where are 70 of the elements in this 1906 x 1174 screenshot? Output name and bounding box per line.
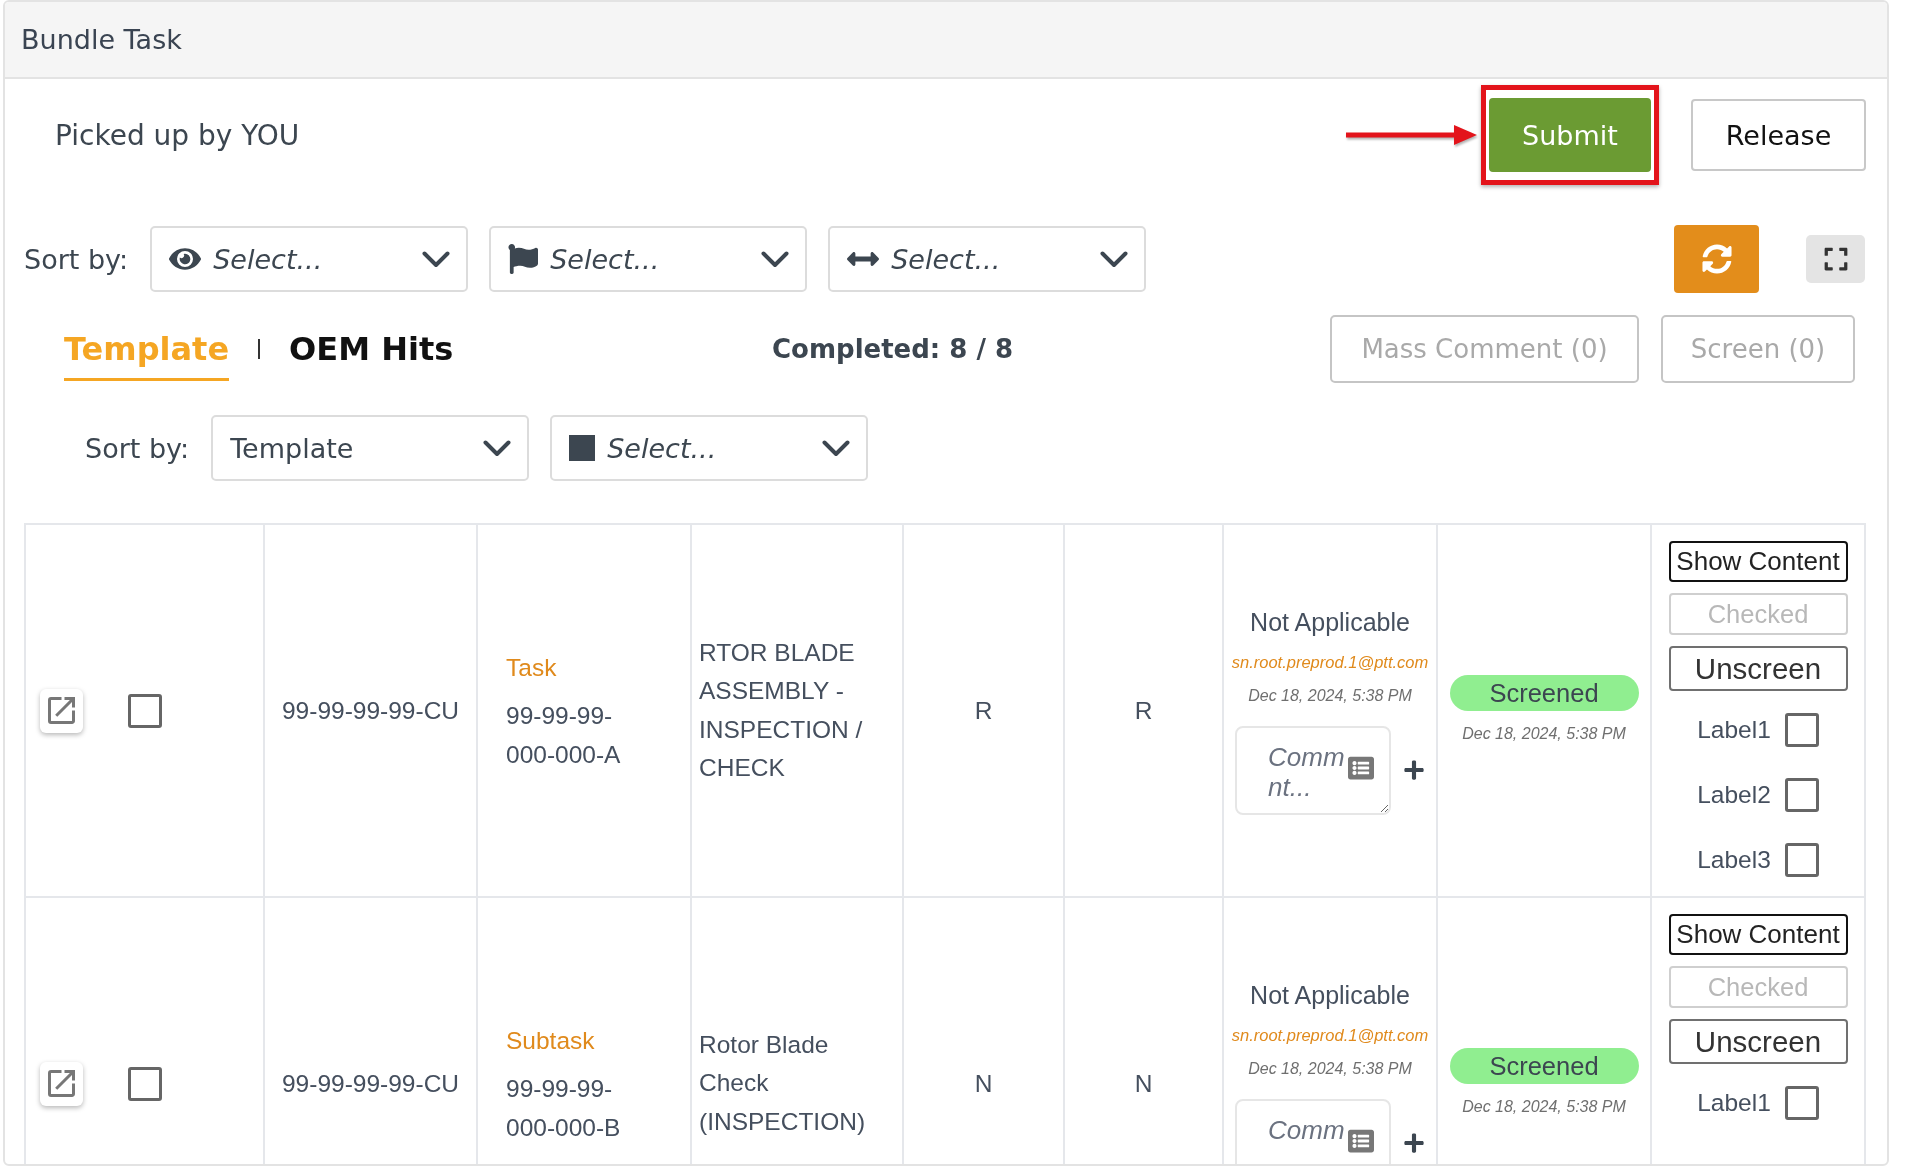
sort-dropdown[interactable]: Select... [150,226,469,292]
tab[interactable]: OEM Hits [289,317,454,381]
item-number: 99-99-99-000-000-A [506,700,622,770]
list-icon[interactable] [1348,1127,1374,1154]
caret-icon [422,250,451,268]
timestamp: Dec 18, 2024, 5:38 PM [1462,1097,1626,1117]
open-link-button[interactable] [40,1061,83,1106]
table-cell: 99-99-99-99-CU [265,898,478,1164]
release-button[interactable]: Release [1691,99,1866,171]
sort-label: Sort by: [85,432,190,464]
user-email: sn.root.preprod.1@ptt.com [1231,651,1429,673]
add-icon[interactable] [1403,759,1425,781]
pickup-status: Picked up by YOU [55,118,300,152]
comment-field[interactable]: Comm nt... [1235,725,1391,815]
item-number: 99-99-99-000-000-B [506,1073,622,1143]
row-action-button[interactable]: Show Content [1668,914,1848,955]
sort-dropdown[interactable]: Template [211,415,530,481]
caret-icon [822,439,851,457]
label-text: Label3 [1697,846,1771,874]
list-icon[interactable] [1348,754,1374,781]
description-text: Rotor Blade Check (INSPECTION) [699,1029,867,1137]
row-action-button[interactable]: Unscreen [1668,1019,1848,1064]
annotation-arrow-icon [1346,124,1477,146]
checkbox[interactable] [1784,713,1819,747]
timestamp: Dec 18, 2024, 5:38 PM [1248,685,1412,706]
table-cell: N [904,898,1065,1164]
completion-count: Completed: 8 / 8 [772,334,1014,364]
sort-dropdown[interactable]: Select... [828,226,1147,292]
table-cell: N [1065,898,1224,1164]
sort-dropdown[interactable]: Select... [489,226,808,292]
caret-icon [761,250,790,268]
refresh-icon [1701,244,1732,274]
timestamp: Dec 18, 2024, 5:38 PM [1248,1058,1412,1079]
checkbox[interactable] [128,1066,162,1101]
checkbox[interactable] [128,693,162,728]
fullscreen-button[interactable] [1806,235,1865,283]
status-badge: Screened [1449,675,1639,711]
status-badge: Screened [1449,1048,1639,1084]
panel-title: Bundle Task [21,24,182,55]
type-label: Task [506,652,557,683]
checkbox[interactable] [1784,1086,1819,1120]
label-text: Label1 [1697,1089,1771,1117]
table-cell: R [904,525,1065,896]
label-text: Label1 [1697,716,1771,744]
status-text: Not Applicable [1250,979,1410,1010]
caret-icon [1100,250,1129,268]
external-link-icon [48,697,75,724]
table-cell: R [1065,525,1224,896]
sort-dropdown[interactable]: Select... [550,415,869,481]
refresh-button[interactable] [1674,225,1759,293]
open-link-button[interactable] [40,688,83,733]
sort-label: Sort by: [24,243,129,275]
user-email: sn.root.preprod.1@ptt.com [1231,1024,1429,1046]
checkbox[interactable] [1784,778,1819,812]
row-action-button[interactable]: Show Content [1668,541,1848,582]
label-text: Label2 [1697,781,1771,809]
table-cell: 99-99-99-99-CU [265,525,478,896]
square-icon [569,435,596,461]
caret-icon [483,439,512,457]
status-text: Not Applicable [1250,606,1410,637]
fullscreen-icon [1822,246,1849,272]
description-text: RTOR BLADE ASSEMBLY - INSPECTION / CHECK [699,637,864,783]
checkbox[interactable] [1784,843,1819,877]
row-action-button[interactable]: Unscreen [1668,646,1848,691]
comment-field[interactable]: Comm [1235,1098,1391,1164]
flag-icon [508,244,539,274]
timestamp: Dec 18, 2024, 5:38 PM [1462,724,1626,744]
add-icon[interactable] [1403,1132,1425,1154]
external-link-icon [48,1070,75,1097]
type-label: Subtask [506,1025,595,1056]
